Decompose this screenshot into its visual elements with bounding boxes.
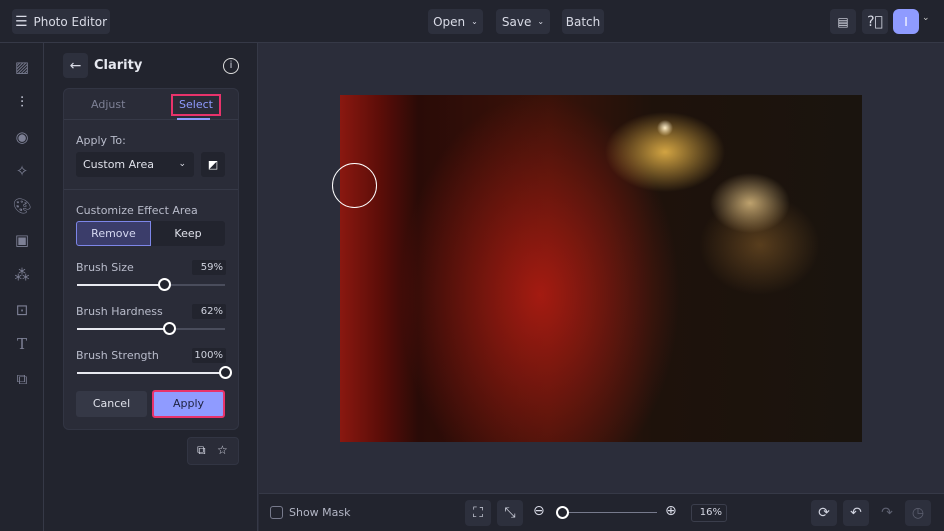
star-icon[interactable]: ☆ [217, 443, 228, 457]
keep-button[interactable]: Keep [151, 221, 225, 246]
palette-icon[interactable]: 🎨︎ [12, 196, 32, 216]
graphics-shapes-icon[interactable]: ⁂ [12, 265, 32, 285]
zoom-slider-handle[interactable] [555, 506, 569, 519]
brush-hardness-value[interactable]: 62% [192, 304, 226, 319]
chevron-down-icon: ⌄ [178, 159, 186, 169]
apply-to-label: Apply To: [76, 134, 126, 147]
show-mask-label: Show Mask [289, 506, 351, 519]
zoom-slider[interactable] [555, 506, 657, 519]
slider-fill [77, 328, 169, 330]
brush-cursor [332, 163, 377, 208]
duplicate-icon[interactable]: ⧉ [197, 443, 206, 458]
eye-icon[interactable]: ◉ [12, 127, 32, 147]
undo-icon[interactable]: ↶ [843, 500, 869, 526]
info-icon[interactable]: i [223, 58, 239, 74]
panel-title: Clarity [94, 58, 143, 73]
adjustments-icon[interactable]: ⫶ [12, 92, 32, 112]
brush-size-slider[interactable] [77, 278, 225, 291]
brush-size-label: Brush Size [76, 261, 134, 274]
feedback-icon[interactable]: ▤ [830, 9, 856, 34]
reset-icon[interactable]: ⟳ [811, 500, 837, 526]
apply-button[interactable]: Apply [152, 390, 225, 418]
zoom-value[interactable]: 16% [691, 504, 727, 522]
show-mask-checkbox[interactable] [270, 506, 283, 519]
batch-button[interactable]: Batch [562, 9, 604, 34]
cancel-button[interactable]: Cancel [76, 391, 147, 417]
slider-handle[interactable] [158, 278, 172, 291]
zoom-in-icon[interactable]: ⊕ [665, 503, 677, 519]
apply-to-value: Custom Area [83, 158, 154, 171]
texture-icon[interactable]: ⊡ [12, 300, 32, 320]
app-title: Photo Editor [33, 14, 108, 29]
clarity-panel: ← Clarity i Adjust Select Apply To: Cust… [44, 43, 258, 531]
back-arrow-icon[interactable]: ← [63, 53, 88, 78]
open-button[interactable]: Open ⌄ [428, 9, 483, 34]
tab-adjust[interactable]: Adjust [91, 98, 125, 111]
slider-handle[interactable] [162, 322, 176, 335]
settings-card: Adjust Select Apply To: Custom Area ⌄ ◩ C… [63, 88, 239, 430]
brush-hardness-label: Brush Hardness [76, 305, 163, 318]
overlay-icon[interactable]: ⧉ [12, 369, 32, 389]
brush-strength-value[interactable]: 100% [192, 348, 226, 363]
fit-screen-icon[interactable]: ⛶ [465, 500, 491, 526]
brush-hardness-slider[interactable] [77, 322, 225, 335]
text-icon[interactable]: T [12, 334, 32, 354]
tool-rail: ▨ ⫶ ◉ ✧ 🎨︎ ▣ ⁂ ⊡ T ⧉ [0, 43, 44, 531]
save-label: Save [501, 14, 532, 29]
effects-sparkle-icon[interactable]: ✧ [12, 161, 32, 181]
brush-size-value[interactable]: 59% [192, 260, 226, 275]
help-icon[interactable]: ?⃝ [862, 9, 888, 34]
account-chevron-icon[interactable]: ⌄ [922, 13, 930, 23]
history-icon[interactable]: ◷ [905, 500, 931, 526]
tab-indicator [177, 118, 210, 120]
slider-fill [77, 284, 165, 286]
customize-label: Customize Effect Area [76, 204, 198, 217]
apply-to-select[interactable]: Custom Area ⌄ [76, 152, 194, 177]
chevron-down-icon: ⌄ [471, 17, 478, 26]
invert-selection-icon[interactable]: ◩ [201, 152, 225, 177]
bottom-bar: Show Mask ⛶ ⤡ ⊖ ⊕ 16% ⟳ ↶ ↷ ◷ [259, 493, 944, 531]
top-bar: ☰ Photo Editor Open ⌄ Save ⌄ Batch ▤ ?⃝ I … [0, 0, 944, 43]
save-button[interactable]: Save ⌄ [496, 9, 550, 34]
open-label: Open [433, 14, 466, 29]
tab-select[interactable]: Select [171, 94, 221, 116]
zoom-out-icon[interactable]: ⊖ [533, 503, 545, 519]
hamburger-icon: ☰ [14, 13, 28, 30]
slider-fill [77, 372, 225, 374]
remove-button[interactable]: Remove [76, 221, 151, 246]
panel-actions: ⧉ ☆ [187, 437, 239, 465]
redo-icon[interactable]: ↷ [874, 500, 900, 526]
actual-size-icon[interactable]: ⤡ [497, 500, 523, 526]
photo-canvas[interactable] [340, 95, 862, 442]
menu-button[interactable]: ☰ Photo Editor [12, 9, 110, 34]
slider-handle[interactable] [219, 366, 232, 379]
image-icon[interactable]: ▨ [12, 57, 32, 77]
brush-strength-label: Brush Strength [76, 349, 159, 362]
avatar[interactable]: I [893, 9, 919, 34]
chevron-down-icon: ⌄ [537, 17, 545, 26]
brush-strength-slider[interactable] [77, 366, 232, 379]
frame-icon[interactable]: ▣ [12, 230, 32, 250]
